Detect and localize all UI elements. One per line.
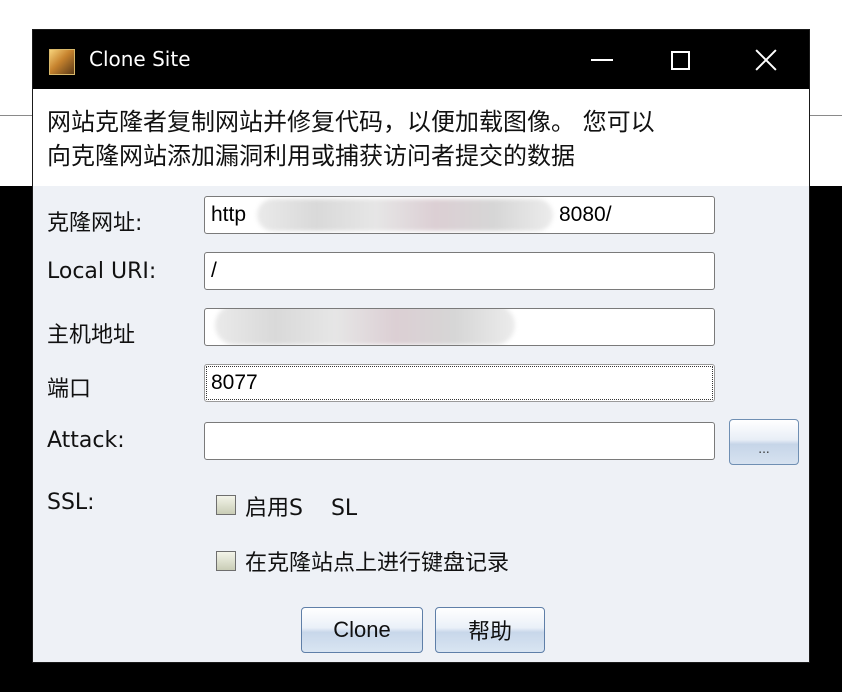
app-icon [49,49,75,75]
description-panel: 网站克隆者复制网站并修复代码，以便加载图像。 您可以 向克隆网站添加漏洞利用或捕… [33,89,809,186]
maximize-button[interactable] [657,38,703,82]
host-input[interactable] [204,308,715,346]
attack-input[interactable] [204,422,715,460]
attack-label: Attack: [47,428,125,453]
clone-url-value-end: 8080/ [559,203,612,226]
ssl-label: SSL: [47,490,95,515]
host-label: 主机地址 [47,323,136,348]
ssl-checkbox-label[interactable]: 启用S SL [245,490,357,522]
attack-browse-button[interactable]: ... [729,419,799,465]
help-button[interactable]: 帮助 [435,607,545,653]
close-button[interactable] [743,38,789,82]
clone-url-value-start: http [211,203,247,226]
keylog-checkbox[interactable] [216,551,236,571]
ssl-checkbox[interactable] [216,495,236,515]
description-line-2: 向克隆网站添加漏洞利用或捕获访问者提交的数据 [47,142,575,170]
minimize-icon [591,59,613,61]
description-line-1: 网站克隆者复制网站并修复代码，以便加载图像。 您可以 [47,108,655,136]
keylog-checkbox-label[interactable]: 在克隆站点上进行键盘记录 [245,545,509,577]
redacted-blur [257,199,553,231]
title-bar[interactable]: Clone Site [33,30,809,89]
clone-url-input[interactable]: http 8080/ [204,196,715,234]
maximize-icon [670,50,690,70]
clone-url-label: 克隆网址: [47,211,143,236]
port-input[interactable]: 8077 [204,364,715,402]
local-uri-input[interactable]: / [204,252,715,290]
close-icon [754,48,778,72]
minimize-button[interactable] [579,38,625,82]
port-label: 端口 [47,377,92,402]
redacted-blur [215,309,515,345]
clone-button[interactable]: Clone [301,607,423,653]
clone-site-dialog: Clone Site 网站克隆者复制网站并修复代码，以便加载图像。 您可以 向克… [32,29,810,663]
local-uri-label: Local URI: [47,259,157,284]
window-title: Clone Site [89,47,191,71]
